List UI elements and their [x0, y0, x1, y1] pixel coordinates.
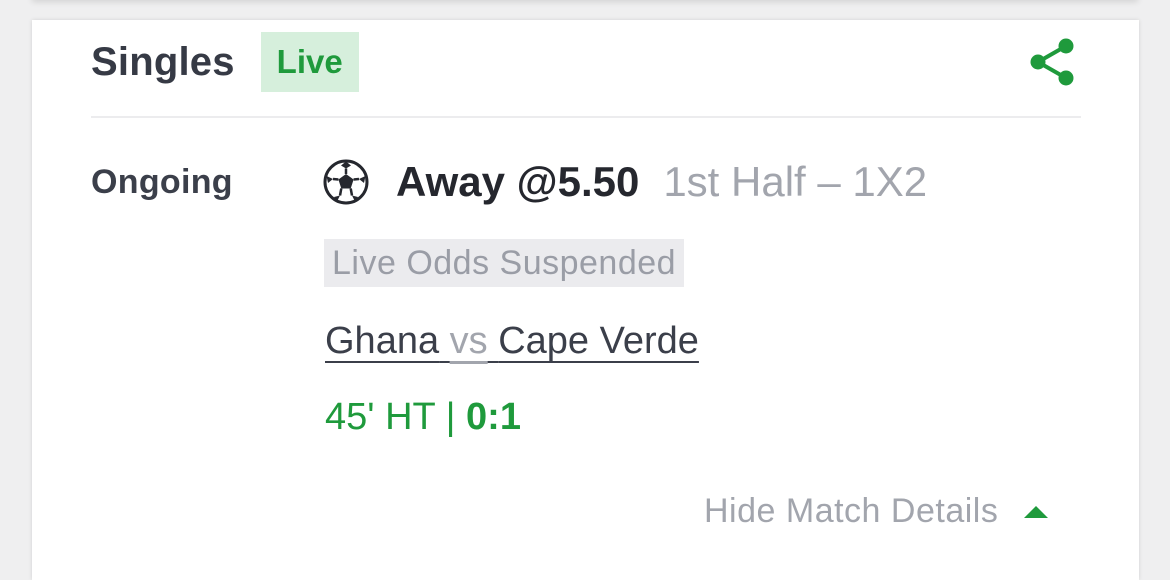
bet-card-header: Singles Live: [91, 32, 359, 92]
soccer-ball-icon: [323, 159, 369, 205]
odds-status-badge: Live Odds Suspended: [324, 239, 685, 287]
header-divider: [91, 116, 1081, 118]
live-badge: Live: [260, 32, 359, 92]
match-live-status: 45' HT | 0:1: [325, 396, 521, 439]
share-icon: [1030, 38, 1074, 86]
match-link[interactable]: Ghana vs Cape Verde: [325, 320, 699, 363]
vs-separator: vs: [449, 320, 488, 362]
bet-type-title: Singles: [91, 39, 235, 84]
selection-row: Away @5.50 1st Half – 1X2: [322, 156, 927, 208]
market-label: 1st Half – 1X2: [663, 158, 928, 205]
hide-match-details-button[interactable]: Hide Match Details: [704, 492, 1049, 531]
share-button[interactable]: [1026, 36, 1078, 88]
bet-card: Singles Live Ongoing Away @5.50 1st Half…: [32, 20, 1139, 580]
away-team: Cape Verde: [498, 320, 699, 362]
bet-status-label: Ongoing: [91, 163, 233, 201]
toggle-details-label: Hide Match Details: [704, 492, 999, 530]
match-score: 0:1: [466, 396, 521, 438]
selection-pick: Away @5.50: [396, 158, 640, 205]
home-team: Ghana: [325, 320, 440, 362]
caret-up-icon: [1024, 505, 1049, 518]
match-clock: 45' HT |: [325, 396, 467, 438]
